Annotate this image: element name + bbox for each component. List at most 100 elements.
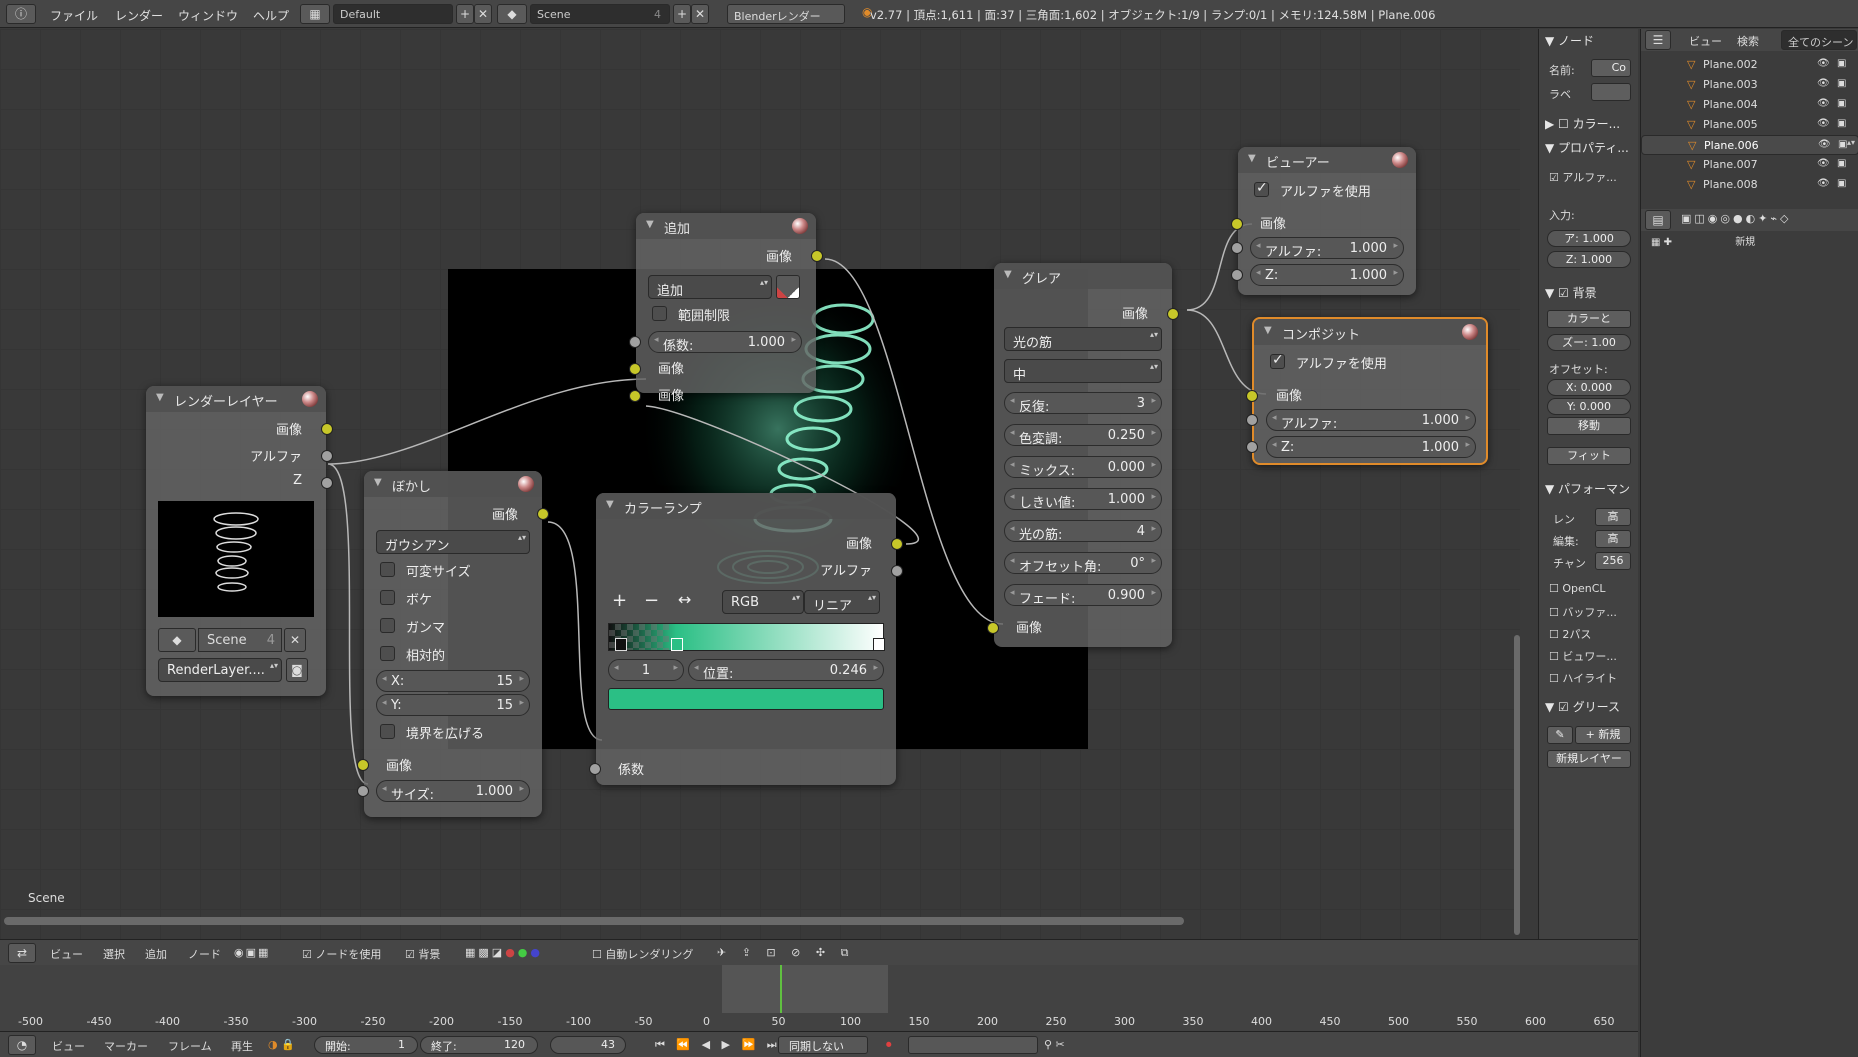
render-icon[interactable]: ▣ xyxy=(1837,58,1846,69)
new-layer-button[interactable]: 新規レイヤー xyxy=(1547,750,1631,768)
backdrop-toggle[interactable]: ☑ 背景 xyxy=(405,946,440,962)
menu-render[interactable]: レンダー xyxy=(115,7,163,24)
backdrop-channel-icons[interactable]: ▦▩◪●●● xyxy=(465,946,543,959)
render-icon[interactable]: ▣ xyxy=(1837,78,1846,89)
flip-ramp-icon[interactable]: ↔ xyxy=(678,590,691,609)
node-editor[interactable]: レンダーレイヤー 画像 アルファ Z ◆ Scene 4 ✕ RenderLaye… xyxy=(0,29,1520,939)
render-layers-scene-field[interactable]: Scene 4 xyxy=(198,628,282,652)
visibility-icon[interactable]: 👁 xyxy=(1817,78,1830,89)
viewer-alpha-socket[interactable] xyxy=(1231,242,1243,254)
viewer-border-option[interactable]: ☐ ビュワー... xyxy=(1549,648,1617,664)
active-stop-field[interactable]: 1 xyxy=(608,659,684,681)
render-icon[interactable]: ▣ xyxy=(1837,178,1846,189)
chunk-size-select[interactable]: 256 xyxy=(1595,552,1631,570)
grease-new-button[interactable]: + 新規 xyxy=(1575,726,1631,744)
viewer-use-alpha-checkbox[interactable] xyxy=(1254,180,1269,197)
use-alpha-icon[interactable] xyxy=(776,275,800,299)
blur-size-socket[interactable] xyxy=(357,785,369,797)
offset-x-field[interactable]: X: 0.000 xyxy=(1547,379,1631,396)
render-icon[interactable]: ▣ xyxy=(1838,139,1847,150)
auto-render-toggle[interactable]: ☐ 自動レンダリング xyxy=(592,946,693,962)
color-ramp-image-socket[interactable] xyxy=(891,538,903,550)
composite-preview-icon[interactable] xyxy=(1462,324,1478,340)
outliner-view-menu[interactable]: ビュー xyxy=(1689,33,1722,49)
clamp-checkbox[interactable] xyxy=(652,306,667,321)
timeline[interactable]: -500 -450 -400 -350 -300 -250 -200 -150 -100 -50 0… xyxy=(0,965,1638,1031)
viewer-preview-icon[interactable] xyxy=(1392,152,1408,168)
composite-z-socket[interactable] xyxy=(1246,441,1258,453)
color-ramp-bar[interactable] xyxy=(608,623,885,651)
timeline-menu-view[interactable]: ビュー xyxy=(52,1038,85,1054)
keying-set-field[interactable] xyxy=(908,1036,1038,1054)
add-preview-icon[interactable] xyxy=(792,218,808,234)
node-menu-add[interactable]: 追加 xyxy=(145,946,167,962)
add-image2-socket[interactable] xyxy=(629,390,641,402)
add-fac-field[interactable]: 係数: 1.000 xyxy=(648,331,802,354)
stop-position-field[interactable]: 位置: 0.246 xyxy=(688,659,884,682)
outliner-search-menu[interactable]: 検索 xyxy=(1737,33,1759,49)
glare-node[interactable]: グレア 画像 光の筋 中 反復: 3 色変調: 0.250 ミックス: 0.000 し… xyxy=(987,263,1179,647)
offset-y-field[interactable]: Y: 0.000 xyxy=(1547,398,1631,415)
backdrop-channels-select[interactable]: カラーと xyxy=(1547,310,1631,328)
blur-header[interactable]: ぼかし xyxy=(364,471,542,497)
render-icon[interactable]: ▣ xyxy=(1837,158,1846,169)
layout-icon[interactable]: ▦ xyxy=(300,4,330,24)
highlight-option[interactable]: ☐ ハイライト xyxy=(1549,670,1617,686)
remove-stop-icon[interactable]: − xyxy=(644,590,659,611)
start-frame-field[interactable]: 開始: 1 xyxy=(314,1036,418,1054)
glare-color-mod-field[interactable]: 色変調: 0.250 xyxy=(1004,424,1162,447)
color-ramp-node[interactable]: カラーランプ 画像 アルファ + − ↔ RGB リニア 1 位置:0.246 … xyxy=(589,493,903,785)
ramp-stop-0[interactable] xyxy=(615,638,627,651)
node-editor-type-icon[interactable]: ⇄ xyxy=(8,943,36,963)
props-use-alpha[interactable]: ☑ アルファ... xyxy=(1549,169,1617,185)
horizontal-scrollbar[interactable] xyxy=(4,917,1184,925)
render-layers-alpha-socket[interactable] xyxy=(321,450,333,462)
blur-y-field[interactable]: Y: 15 xyxy=(376,694,530,716)
composite-use-alpha-checkbox[interactable] xyxy=(1270,352,1285,369)
visibility-icon[interactable]: 👁 xyxy=(1817,118,1830,129)
properties-section-header[interactable]: ▼ プロパティ... xyxy=(1545,139,1629,156)
properties-new-row[interactable]: ▦ ✚ 新規 xyxy=(1651,233,1755,248)
glare-fade-field[interactable]: フェード: 0.900 xyxy=(1004,584,1162,607)
node-tree-type-icons[interactable]: ◉▣▦ xyxy=(234,946,270,959)
timeline-menu-marker[interactable]: マーカー xyxy=(104,1038,148,1054)
current-frame-field[interactable]: 43 xyxy=(550,1036,626,1054)
glare-mix-field[interactable]: ミックス: 0.000 xyxy=(1004,456,1162,479)
node-name-field[interactable]: Co xyxy=(1591,59,1631,77)
grease-pencil-section-header[interactable]: ▼ ☑ グリース xyxy=(1545,698,1620,715)
add-node[interactable]: 追加 画像 追加 範囲制限 係数: 1.000 画像 画像 xyxy=(629,213,823,404)
render-layers-header[interactable]: レンダーレイヤー xyxy=(146,386,326,412)
backdrop-zoom-field[interactable]: ズー: 1.00 xyxy=(1547,334,1631,351)
visibility-icon[interactable]: 👁 xyxy=(1817,98,1830,109)
properties-editor-icon[interactable]: ▤ xyxy=(1645,210,1671,230)
viewer-node[interactable]: ビューアー アルファを使用 画像 アルファ: 1.000 Z: 1.000 xyxy=(1231,147,1416,295)
performance-section-header[interactable]: ▼ パフォーマン xyxy=(1545,480,1630,497)
keyframe-insert-icons[interactable]: ⚲ ✂ xyxy=(1044,1038,1065,1051)
render-layers-z-socket[interactable] xyxy=(321,477,333,489)
add-stop-icon[interactable]: + xyxy=(612,590,627,611)
interpolation-select[interactable]: リニア xyxy=(804,590,880,614)
composite-node[interactable]: コンポジット アルファを使用 画像 アルファ: 1.000 Z: 1.000 xyxy=(1246,317,1488,465)
move-button[interactable]: 移動 xyxy=(1547,417,1631,435)
blur-preview-icon[interactable] xyxy=(518,476,534,492)
glare-in-socket[interactable] xyxy=(987,622,999,634)
ramp-stop-2[interactable] xyxy=(873,638,885,651)
outliner-item[interactable]: ▽ Plane.007 👁 ▣ xyxy=(1641,155,1858,175)
blend-type-select[interactable]: 追加 xyxy=(648,275,772,299)
render-layers-scene-icon[interactable]: ◆ xyxy=(158,628,196,652)
gamma-checkbox[interactable] xyxy=(380,618,395,633)
visibility-icon[interactable]: 👁 xyxy=(1817,58,1830,69)
scene-field[interactable]: Scene 4 xyxy=(530,4,670,24)
bokeh-checkbox[interactable] xyxy=(380,590,395,605)
outliner-item[interactable]: ▽ Plane.004 👁 ▣ xyxy=(1641,95,1858,115)
current-frame-line[interactable] xyxy=(780,965,782,1013)
add-scene-icon[interactable]: + xyxy=(673,4,691,24)
glare-quality-select[interactable]: 中 xyxy=(1004,359,1162,383)
render-engine-select[interactable]: Blenderレンダー xyxy=(727,4,845,24)
playback-controls-icons[interactable]: ⏮ ⏪ ◀ ▶ ⏩ ⏭ xyxy=(655,1038,781,1052)
viewer-image-socket[interactable] xyxy=(1231,218,1243,230)
render-icon[interactable]: ▣ xyxy=(1837,98,1846,109)
grease-pencil-icon[interactable]: ✎ xyxy=(1547,726,1573,744)
timeline-menu-frame[interactable]: フレーム xyxy=(168,1038,212,1054)
buffer-option[interactable]: ☐ バッファ... xyxy=(1549,604,1617,620)
